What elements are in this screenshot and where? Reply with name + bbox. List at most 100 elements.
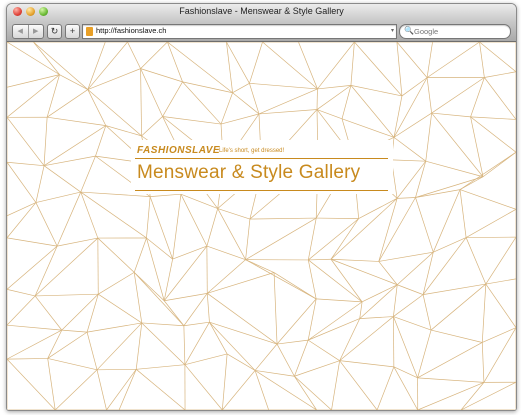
mesh-line [7, 358, 56, 410]
tagline: Life's short, get dressed! [219, 148, 285, 154]
search-input[interactable] [414, 26, 504, 37]
mesh-line [431, 112, 484, 177]
mesh-line [331, 360, 340, 410]
mesh-line [393, 316, 432, 331]
mesh-line [98, 293, 142, 324]
mesh-line [308, 259, 363, 303]
mesh-line [430, 283, 487, 331]
mesh-line [273, 272, 317, 300]
mesh-line [206, 245, 246, 260]
address-bar[interactable]: http://fashionslave.ch ▾ [82, 24, 397, 39]
mesh-line [54, 369, 98, 410]
mesh-line [393, 284, 398, 317]
mesh-line [249, 42, 263, 84]
mesh-line [359, 284, 398, 319]
mesh-line [262, 42, 318, 90]
mesh-line [226, 42, 233, 93]
mesh-line [7, 289, 36, 297]
mesh-line [162, 116, 222, 125]
mesh-line [415, 197, 434, 253]
mesh-line [359, 301, 363, 319]
mesh-line [7, 117, 45, 166]
back-button[interactable]: ◀ [13, 25, 28, 38]
mesh-line [330, 198, 398, 260]
mesh-line [350, 42, 355, 86]
search-icon[interactable]: 🔍 [404, 26, 414, 35]
mesh-line [232, 92, 260, 115]
mesh-line [47, 358, 56, 410]
url-text[interactable]: http://fashionslave.ch [96, 26, 166, 35]
mesh-line [479, 42, 485, 78]
mesh-line [183, 293, 208, 326]
mesh-line [397, 284, 424, 295]
mesh-line [308, 258, 332, 261]
mesh-line [330, 259, 363, 303]
window-title: Fashionslave - Menswear & Style Gallery [179, 6, 344, 16]
mesh-line [140, 68, 142, 136]
mesh-line [431, 112, 471, 118]
mesh-line [184, 364, 223, 410]
search-field[interactable]: 🔍 [399, 24, 511, 39]
mesh-line [180, 194, 208, 247]
mesh-line [96, 322, 143, 371]
mesh-line [317, 85, 351, 90]
mesh-line [483, 327, 516, 383]
mesh-line [7, 161, 45, 167]
forward-button[interactable]: ▶ [27, 25, 44, 38]
mesh-line [460, 381, 516, 410]
mesh-line [307, 298, 317, 341]
bottom-divider [135, 190, 388, 191]
mesh-line [135, 369, 186, 410]
mesh-line [141, 116, 163, 137]
mesh-line [465, 237, 487, 285]
mesh-line [426, 42, 433, 78]
mesh-line [255, 370, 295, 377]
mesh-line [226, 42, 250, 84]
mesh-line [316, 217, 359, 219]
mesh-line [46, 74, 60, 118]
mesh-line [359, 316, 394, 319]
mesh-line [87, 42, 128, 90]
mesh-line [98, 272, 135, 295]
mesh-line [136, 364, 185, 370]
mesh-line [459, 189, 516, 210]
mesh-line [7, 237, 58, 247]
mesh-line [401, 77, 428, 97]
mesh-line [133, 272, 185, 326]
mesh-line [397, 197, 416, 199]
mesh-line [206, 208, 219, 247]
mesh-line [127, 42, 141, 69]
mesh-line [426, 77, 432, 114]
mesh-line [80, 191, 147, 239]
site-logo[interactable]: FASHIONSLAVE [137, 145, 220, 156]
page-content: FASHIONSLAVE Life's short, get dressed! … [7, 42, 516, 410]
mesh-line [307, 339, 340, 361]
mesh-line [482, 327, 516, 343]
mesh-line [316, 298, 363, 303]
favicon-icon [86, 27, 93, 36]
title-bar: Fashionslave - Menswear & Style Gallery [7, 4, 516, 21]
mesh-line [273, 272, 278, 345]
add-bookmark-button[interactable]: + [65, 24, 80, 39]
mesh-line [294, 340, 309, 377]
mesh-line [56, 191, 82, 247]
mesh-line [87, 68, 141, 90]
mesh-line [425, 160, 484, 178]
mesh-line [34, 295, 63, 331]
mesh-line [396, 42, 428, 78]
mesh-line [35, 293, 99, 297]
mesh-line [245, 259, 275, 273]
mesh-line [220, 92, 233, 125]
mesh-line [163, 258, 173, 301]
mesh-line [87, 89, 107, 126]
mesh-line [7, 295, 36, 326]
mesh-line [484, 77, 516, 120]
mesh-line [222, 370, 256, 410]
mesh-line [245, 217, 317, 260]
mesh-line [34, 237, 99, 297]
mesh-line [425, 113, 432, 162]
address-dropdown-icon[interactable]: ▾ [391, 27, 394, 34]
reload-button[interactable]: ↻ [47, 24, 62, 39]
mesh-line [232, 83, 250, 94]
mesh-line [433, 237, 467, 253]
